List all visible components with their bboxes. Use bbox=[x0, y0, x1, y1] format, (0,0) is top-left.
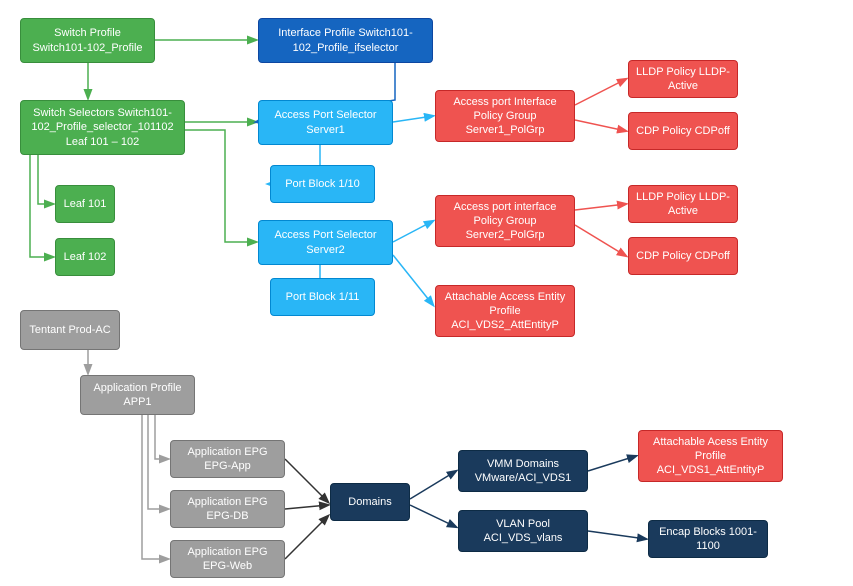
switch-profile-node: Switch Profile Switch101-102_Profile bbox=[20, 18, 155, 63]
domains-node: Domains bbox=[330, 483, 410, 521]
leaf-101-node: Leaf 101 bbox=[55, 185, 115, 223]
aps-server2-node: Access Port Selector Server2 bbox=[258, 220, 393, 265]
epg-db-node: Application EPG EPG-DB bbox=[170, 490, 285, 528]
aae-vds1-node: Attachable Acess Entity Profile ACI_VDS1… bbox=[638, 430, 783, 482]
interface-profile-node: Interface Profile Switch101-102_Profile_… bbox=[258, 18, 433, 63]
epg-app-node: Application EPG EPG-App bbox=[170, 440, 285, 478]
lldp-policy-2-node: LLDP Policy LLDP-Active bbox=[628, 185, 738, 223]
port-block-110-node: Port Block 1/10 bbox=[270, 165, 375, 203]
diagram: Switch Profile Switch101-102_Profile Int… bbox=[0, 0, 853, 586]
leaf-102-node: Leaf 102 bbox=[55, 238, 115, 276]
tenant-node: Tentant Prod-AC bbox=[20, 310, 120, 350]
aae-vds2-node: Attachable Access Entity Profile ACI_VDS… bbox=[435, 285, 575, 337]
port-block-111-node: Port Block 1/11 bbox=[270, 278, 375, 316]
vmm-domains-node: VMM Domains VMware/ACI_VDS1 bbox=[458, 450, 588, 492]
epg-web-node: Application EPG EPG-Web bbox=[170, 540, 285, 578]
encap-blocks-node: Encap Blocks 1001-1100 bbox=[648, 520, 768, 558]
switch-selectors-node: Switch Selectors Switch101-102_Profile_s… bbox=[20, 100, 185, 155]
app-profile-node: Application Profile APP1 bbox=[80, 375, 195, 415]
apig-server2-node: Access port interface Policy Group Serve… bbox=[435, 195, 575, 247]
cdp-policy-1-node: CDP Policy CDPoff bbox=[628, 112, 738, 150]
cdp-policy-2-node: CDP Policy CDPoff bbox=[628, 237, 738, 275]
aps-server1-node: Access Port Selector Server1 bbox=[258, 100, 393, 145]
lldp-policy-1-node: LLDP Policy LLDP-Active bbox=[628, 60, 738, 98]
apig-server1-node: Access port Interface Policy Group Serve… bbox=[435, 90, 575, 142]
vlan-pool-node: VLAN Pool ACI_VDS_vlans bbox=[458, 510, 588, 552]
